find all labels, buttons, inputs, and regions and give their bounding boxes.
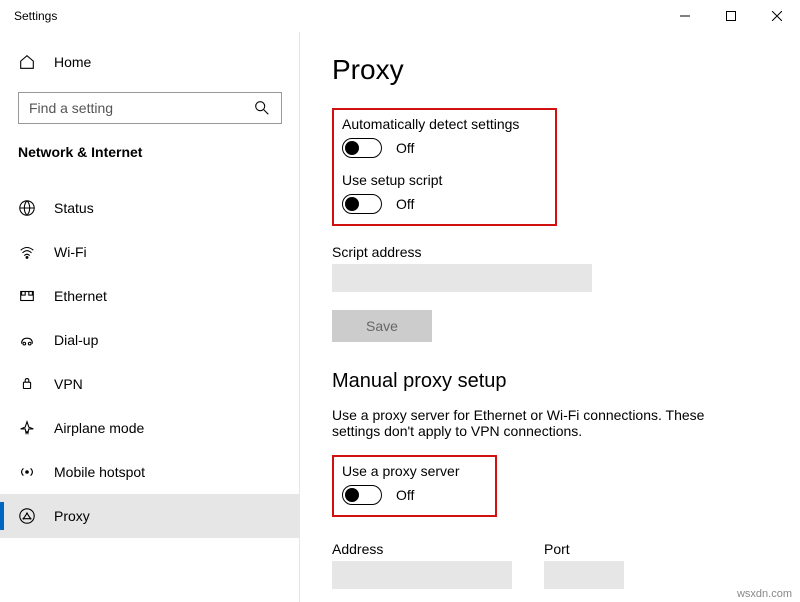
auto-detect-label: Automatically detect settings [342,116,519,132]
home-icon [18,53,36,71]
setup-script-state: Off [396,196,414,212]
nav-label: VPN [54,376,83,392]
address-input[interactable] [332,561,512,589]
search-placeholder: Find a setting [29,100,113,116]
home-nav[interactable]: Home [0,40,300,84]
home-label: Home [54,54,91,70]
maximize-button[interactable] [708,0,754,32]
sidebar-item-dialup[interactable]: Dial-up [0,318,300,362]
port-input[interactable] [544,561,624,589]
manual-description: Use a proxy server for Ethernet or Wi-Fi… [332,407,742,439]
page-title: Proxy [332,54,780,86]
sidebar-item-airplane[interactable]: Airplane mode [0,406,300,450]
manual-proxy-highlight: Use a proxy server Off [332,455,497,517]
manual-section-title: Manual proxy setup [332,370,780,393]
nav-label: Wi-Fi [54,244,87,260]
window-controls [662,0,800,32]
sidebar-item-hotspot[interactable]: Mobile hotspot [0,450,300,494]
setup-script-label: Use setup script [342,172,519,188]
nav-label: Proxy [54,508,90,524]
close-button[interactable] [754,0,800,32]
use-proxy-state: Off [396,487,414,503]
main-content: Proxy Automatically detect settings Off … [300,32,800,602]
use-proxy-label: Use a proxy server [342,463,459,479]
nav-label: Mobile hotspot [54,464,145,480]
ethernet-icon [18,287,36,305]
airplane-icon [18,419,36,437]
sidebar-item-ethernet[interactable]: Ethernet [0,274,300,318]
dialup-icon [18,331,36,349]
nav-list: Status Wi-Fi Ethernet Dial-up VPN Airpla… [0,186,300,538]
search-input[interactable]: Find a setting [18,92,282,124]
nav-label: Dial-up [54,332,98,348]
vpn-icon [18,375,36,393]
save-button[interactable]: Save [332,310,432,342]
nav-label: Airplane mode [54,420,144,436]
use-proxy-toggle[interactable] [342,485,382,505]
hotspot-icon [18,463,36,481]
sidebar: Home Find a setting Network & Internet S… [0,32,300,602]
divider [299,32,300,602]
titlebar: Settings [0,0,800,32]
search-icon [253,99,271,117]
auto-detect-toggle[interactable] [342,138,382,158]
nav-label: Ethernet [54,288,107,304]
category-title: Network & Internet [0,138,300,172]
wifi-icon [18,243,36,261]
auto-detect-state: Off [396,140,414,156]
nav-label: Status [54,200,94,216]
minimize-button[interactable] [662,0,708,32]
window-title: Settings [14,9,57,23]
script-address-label: Script address [332,244,780,260]
proxy-icon [18,507,36,525]
globe-icon [18,199,36,217]
sidebar-item-wifi[interactable]: Wi-Fi [0,230,300,274]
address-label: Address [332,541,512,557]
script-address-input[interactable] [332,264,592,292]
port-label: Port [544,541,624,557]
sidebar-item-proxy[interactable]: Proxy [0,494,300,538]
watermark: wsxdn.com [737,588,792,600]
sidebar-item-vpn[interactable]: VPN [0,362,300,406]
auto-proxy-highlight: Automatically detect settings Off Use se… [332,108,557,226]
setup-script-toggle[interactable] [342,194,382,214]
sidebar-item-status[interactable]: Status [0,186,300,230]
